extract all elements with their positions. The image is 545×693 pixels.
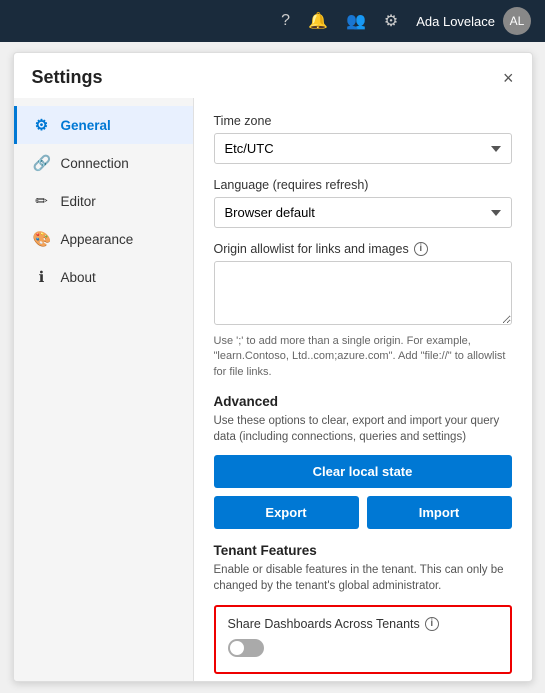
help-icon[interactable]: ? <box>281 12 290 30</box>
settings-panel: Settings × ⚙ General 🔗 Connection ✏ Edit… <box>13 52 533 682</box>
people-icon[interactable]: 👥 <box>346 11 366 31</box>
settings-sidebar: ⚙ General 🔗 Connection ✏ Editor 🎨 Appear… <box>14 98 194 681</box>
sidebar-item-about[interactable]: ℹ About <box>14 258 193 296</box>
import-button[interactable]: Import <box>367 496 512 529</box>
sidebar-item-connection[interactable]: 🔗 Connection <box>14 144 193 182</box>
export-button[interactable]: Export <box>214 496 359 529</box>
editor-icon: ✏ <box>33 192 51 210</box>
export-import-row: Export Import <box>214 496 512 529</box>
timezone-group: Time zone Etc/UTC America/New_York Ameri… <box>214 114 512 164</box>
allowlist-textarea[interactable] <box>214 261 512 325</box>
general-icon: ⚙ <box>33 116 51 134</box>
connection-icon: 🔗 <box>33 154 51 172</box>
tenant-title: Tenant Features <box>214 543 512 558</box>
tenant-box: Share Dashboards Across Tenants i <box>214 605 512 674</box>
tenant-desc: Enable or disable features in the tenant… <box>214 562 512 594</box>
allowlist-help: Use ';' to add more than a single origin… <box>214 334 512 380</box>
timezone-label: Time zone <box>214 114 512 128</box>
allowlist-label: Origin allowlist for links and images i <box>214 242 512 256</box>
sidebar-item-editor[interactable]: ✏ Editor <box>14 182 193 220</box>
sidebar-label-appearance: Appearance <box>61 232 134 247</box>
sidebar-item-general[interactable]: ⚙ General <box>14 106 193 144</box>
advanced-title: Advanced <box>214 394 512 409</box>
share-dashboards-toggle[interactable] <box>228 639 264 657</box>
tenant-box-label: Share Dashboards Across Tenants <box>228 617 420 631</box>
user-menu[interactable]: Ada Lovelace AL <box>416 7 531 35</box>
about-icon: ℹ <box>33 268 51 286</box>
appearance-icon: 🎨 <box>33 230 51 248</box>
timezone-select[interactable]: Etc/UTC America/New_York America/Los_Ang… <box>214 133 512 164</box>
close-button[interactable]: × <box>503 69 514 87</box>
sidebar-label-about: About <box>61 270 96 285</box>
avatar: AL <box>503 7 531 35</box>
sidebar-label-connection: Connection <box>61 156 129 171</box>
allowlist-info-icon[interactable]: i <box>414 242 428 256</box>
language-label: Language (requires refresh) <box>214 178 512 192</box>
settings-body: ⚙ General 🔗 Connection ✏ Editor 🎨 Appear… <box>14 98 532 681</box>
clear-local-state-button[interactable]: Clear local state <box>214 455 512 488</box>
language-select[interactable]: Browser default English French German Sp… <box>214 197 512 228</box>
notifications-icon[interactable]: 🔔 <box>308 11 328 31</box>
sidebar-item-appearance[interactable]: 🎨 Appearance <box>14 220 193 258</box>
toggle-thumb <box>230 641 244 655</box>
tenant-info-icon[interactable]: i <box>425 617 439 631</box>
settings-header: Settings × <box>14 53 532 98</box>
settings-main: Time zone Etc/UTC America/New_York Ameri… <box>194 98 532 681</box>
sidebar-label-editor: Editor <box>61 194 96 209</box>
advanced-group: Advanced Use these options to clear, exp… <box>214 394 512 529</box>
sidebar-label-general: General <box>61 118 111 133</box>
username-label: Ada Lovelace <box>416 14 495 29</box>
allowlist-group: Origin allowlist for links and images i … <box>214 242 512 380</box>
settings-title: Settings <box>32 67 103 88</box>
language-group: Language (requires refresh) Browser defa… <box>214 178 512 228</box>
gear-icon[interactable]: ⚙ <box>384 11 398 31</box>
topbar: ? 🔔 👥 ⚙ Ada Lovelace AL <box>0 0 545 42</box>
tenant-features-section: Tenant Features Enable or disable featur… <box>214 543 512 673</box>
advanced-desc: Use these options to clear, export and i… <box>214 413 512 445</box>
tenant-box-title-row: Share Dashboards Across Tenants i <box>228 617 498 631</box>
